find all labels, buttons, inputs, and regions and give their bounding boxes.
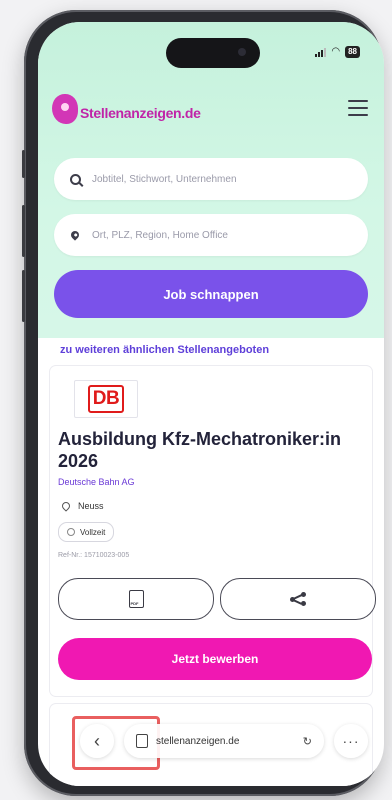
status-bar: ◠ 88 [315, 46, 360, 58]
volume-up-button [22, 205, 25, 257]
dynamic-island [166, 38, 260, 68]
logo-text: Stellenanzeigen.de [80, 105, 201, 121]
employment-type-text: Vollzeit [80, 527, 106, 537]
mute-switch [22, 150, 25, 178]
location-search-field[interactable] [54, 214, 368, 256]
phone-screen: ◠ 88 Stellenanzeigen.de Job schnappen zu… [38, 22, 384, 786]
location-input[interactable] [90, 228, 364, 242]
back-button[interactable]: ‹ [80, 724, 114, 758]
camera-dot [238, 48, 246, 56]
pdf-download-button[interactable] [58, 578, 214, 620]
hamburger-menu-icon[interactable] [348, 100, 368, 116]
reference-number: Ref-Nr.: 15710023-005 [58, 552, 130, 559]
pdf-icon [128, 590, 144, 608]
job-location-text: Neuss [78, 501, 104, 511]
job-search-button[interactable]: Job schnappen [54, 270, 368, 318]
job-card: DB Ausbildung Kfz-Mechatroniker:in 2026 … [50, 366, 376, 696]
back-icon: ‹ [94, 731, 100, 751]
location-pin-icon [69, 229, 81, 241]
apply-button[interactable]: Jetzt bewerben [58, 638, 372, 680]
related-jobs-link[interactable]: zu weiteren ähnlichen Stellenangeboten [60, 344, 269, 356]
reload-icon[interactable]: ↻ [303, 735, 312, 748]
employment-type-badge: Vollzeit [58, 522, 115, 542]
keyword-search-field[interactable] [54, 158, 368, 200]
more-button[interactable]: ··· [334, 724, 368, 758]
keyword-input[interactable] [90, 172, 364, 186]
signal-icon [315, 47, 327, 57]
company-name[interactable]: Deutsche Bahn AG [58, 477, 135, 487]
site-logo[interactable]: Stellenanzeigen.de [52, 94, 201, 124]
wifi-icon: ◠ [331, 46, 341, 57]
url-text: stellenanzeigen.de [156, 735, 240, 747]
share-button[interactable] [220, 578, 376, 620]
volume-down-button [22, 270, 25, 322]
more-icon: ··· [342, 733, 360, 749]
search-icon [69, 173, 81, 185]
clock-icon [67, 528, 75, 536]
chameleon-logo-icon [52, 94, 78, 124]
browser-toolbar: ‹ stellenanzeigen.de ↻ ··· [80, 724, 368, 758]
share-icon [290, 592, 306, 606]
job-title[interactable]: Ausbildung Kfz-Mechatroniker:in 2026 [58, 428, 368, 472]
battery-indicator: 88 [345, 46, 360, 58]
page-icon [136, 734, 148, 748]
address-bar[interactable]: stellenanzeigen.de ↻ [124, 724, 324, 758]
job-location: Neuss [58, 500, 104, 512]
location-pin-icon [60, 500, 72, 512]
